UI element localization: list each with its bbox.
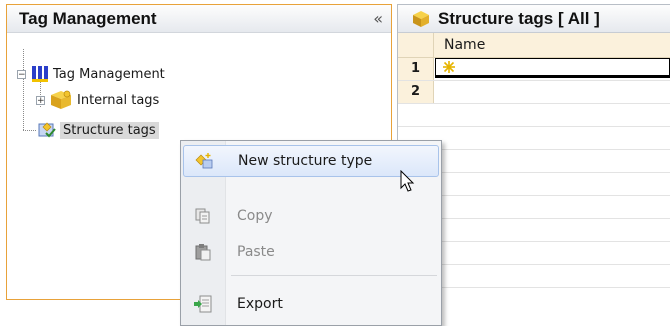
menu-item-export[interactable]: Export (183, 288, 439, 320)
structure-tags-title: Structure tags [ All ] (438, 8, 600, 28)
new-structure-icon (184, 152, 224, 170)
export-icon (183, 294, 223, 314)
menu-item-copy[interactable]: Copy (183, 200, 439, 232)
table-row[interactable]: 1 (398, 58, 670, 81)
menu-item-label: Copy (237, 208, 273, 224)
structure-tags-header: Structure tags [ All ] (398, 5, 670, 33)
column-name-header[interactable]: Name (444, 37, 485, 53)
table-row[interactable]: 2 (398, 81, 670, 104)
table-row[interactable] (398, 104, 670, 127)
internal-tags-icon (49, 90, 73, 110)
tree-item-label: Structure tags (60, 121, 159, 139)
expand-toggle[interactable]: + (36, 95, 45, 105)
row-number: 1 (398, 58, 434, 80)
menu-item-label: New structure type (238, 153, 373, 169)
menu-item-paste[interactable]: Paste (183, 236, 439, 268)
tree-item-label: Internal tags (77, 92, 160, 108)
structure-tags-icon (37, 121, 57, 139)
collapse-panel-button[interactable]: « (373, 10, 383, 27)
collapse-toggle[interactable]: − (17, 69, 26, 79)
new-entry-sparkle-icon (442, 60, 456, 74)
menu-item-label: Export (237, 296, 283, 312)
menu-item-label: Paste (237, 244, 275, 260)
panel-title: Tag Management (19, 8, 157, 28)
context-menu: New structure type Copy Paste Export (180, 140, 442, 326)
mouse-cursor-icon (400, 169, 416, 198)
tree-item-structure-tags[interactable]: Structure tags (37, 119, 159, 141)
tree-item-internal-tags[interactable]: + Internal tags (36, 89, 159, 111)
panel-header: Tag Management « (7, 5, 391, 33)
tree-item-tag-management[interactable]: − Tag Management (17, 63, 165, 85)
row-number: 2 (398, 81, 434, 103)
menu-separator (231, 275, 437, 276)
row-header-corner (398, 33, 434, 57)
copy-icon (183, 207, 223, 225)
structure-cube-icon (412, 10, 430, 28)
paste-icon (183, 243, 223, 261)
tree-item-label: Tag Management (53, 66, 165, 82)
name-cell-editing[interactable] (435, 58, 670, 78)
tag-management-icon (31, 65, 49, 83)
grid-column-header: Name (398, 33, 670, 58)
